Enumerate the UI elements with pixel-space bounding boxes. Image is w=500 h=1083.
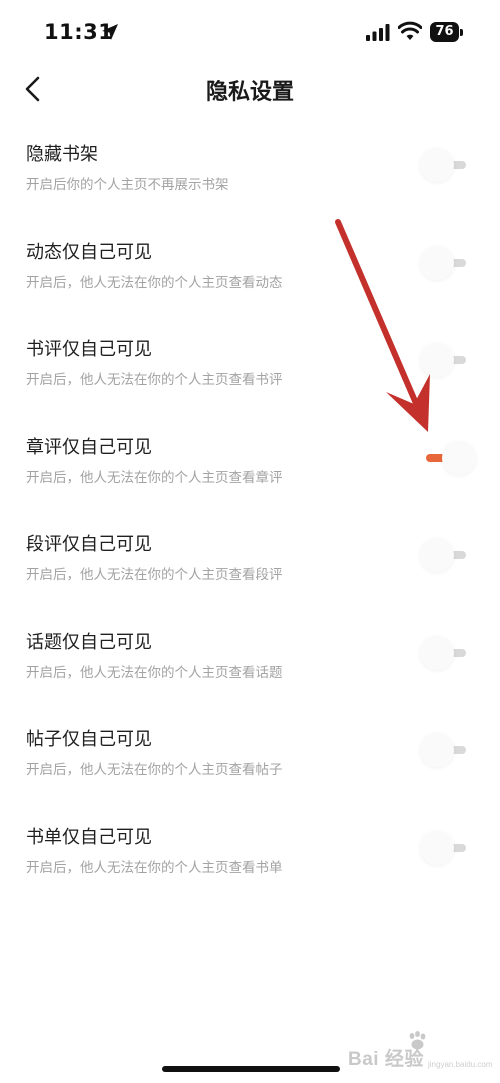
- setting-description: 开启后，他人无法在你的个人主页查看话题: [26, 664, 283, 681]
- setting-description: 开启后你的个人主页不再展示书架: [26, 177, 229, 193]
- setting-title: 话题仅自己可见: [26, 631, 152, 653]
- setting-description: 开启后，他人无法在你的个人主页查看动态: [26, 274, 283, 291]
- wifi-icon: [398, 21, 422, 40]
- setting-description: 开启后，他人无法在你的个人主页查看段评: [26, 567, 283, 583]
- toggle-switch[interactable]: [418, 244, 478, 282]
- home-indicator[interactable]: [162, 1066, 340, 1072]
- battery-icon: 76: [430, 22, 463, 42]
- toggle-switch[interactable]: [418, 731, 478, 769]
- setting-row-hide-bookshelf: 隐藏书架 开启后你的个人主页不再展示书架: [0, 118, 500, 216]
- toggle-knob: [420, 830, 454, 865]
- setting-title: 章评仅自己可见: [26, 436, 152, 458]
- toggle-knob: [420, 148, 454, 182]
- nav-bar: 隐私设置: [0, 62, 500, 118]
- toggle-knob: [420, 245, 454, 280]
- toggle-switch[interactable]: [418, 439, 478, 477]
- toggle-knob: [442, 440, 476, 475]
- watermark-text: Bai 经验: [348, 1049, 424, 1070]
- toggle-switch[interactable]: [418, 146, 478, 184]
- watermark-url: jingyan.baidu.com: [428, 1060, 493, 1069]
- setting-title: 隐藏书架: [26, 144, 98, 165]
- toggle-knob: [420, 343, 454, 377]
- toggle-switch[interactable]: [418, 634, 478, 672]
- setting-row-chapter-review: 章评仅自己可见 开启后，他人无法在你的个人主页查看章评: [0, 411, 500, 509]
- setting-title: 书评仅自己可见: [26, 339, 152, 360]
- setting-row-paragraph-review: 段评仅自己可见 开启后，他人无法在你的个人主页查看段评: [0, 508, 500, 606]
- cellular-signal-icon: [366, 24, 390, 41]
- page-title: 隐私设置: [205, 80, 294, 105]
- status-bar: 11:31 76: [0, 0, 500, 62]
- settings-list: 隐藏书架 开启后你的个人主页不再展示书架 动态仅自己可见 开启后，他人无法在你的…: [0, 118, 500, 898]
- battery-cap: [460, 29, 463, 36]
- setting-description: 开启后，他人无法在你的个人主页查看帖子: [26, 762, 283, 778]
- setting-title: 帖子仅自己可见: [26, 729, 152, 750]
- toggle-knob: [420, 733, 454, 767]
- toggle-switch[interactable]: [418, 829, 478, 867]
- location-arrow-icon: [102, 24, 118, 40]
- setting-description: 开启后，他人无法在你的个人主页查看章评: [26, 469, 283, 486]
- setting-title: 段评仅自己可见: [26, 534, 152, 555]
- baidu-jingyan-watermark: Bai 经验 jingyan.baidu.com: [348, 1030, 492, 1070]
- setting-row-topic: 话题仅自己可见 开启后，他人无法在你的个人主页查看话题: [0, 606, 500, 704]
- setting-title: 书单仅自己可见: [26, 826, 152, 848]
- setting-row-booklist: 书单仅自己可见 开启后，他人无法在你的个人主页查看书单: [0, 801, 500, 899]
- setting-row-book-review: 书评仅自己可见 开启后，他人无法在你的个人主页查看书评: [0, 313, 500, 411]
- toggle-knob: [420, 635, 454, 670]
- toggle-switch[interactable]: [418, 536, 478, 574]
- setting-row-post: 帖子仅自己可见 开启后，他人无法在你的个人主页查看帖子: [0, 703, 500, 801]
- toggle-knob: [420, 538, 454, 572]
- setting-title: 动态仅自己可见: [26, 241, 152, 263]
- toggle-switch[interactable]: [418, 341, 478, 379]
- setting-description: 开启后，他人无法在你的个人主页查看书评: [26, 372, 283, 388]
- setting-row-activity: 动态仅自己可见 开启后，他人无法在你的个人主页查看动态: [0, 216, 500, 314]
- battery-level: 76: [430, 22, 459, 42]
- setting-description: 开启后，他人无法在你的个人主页查看书单: [26, 859, 283, 876]
